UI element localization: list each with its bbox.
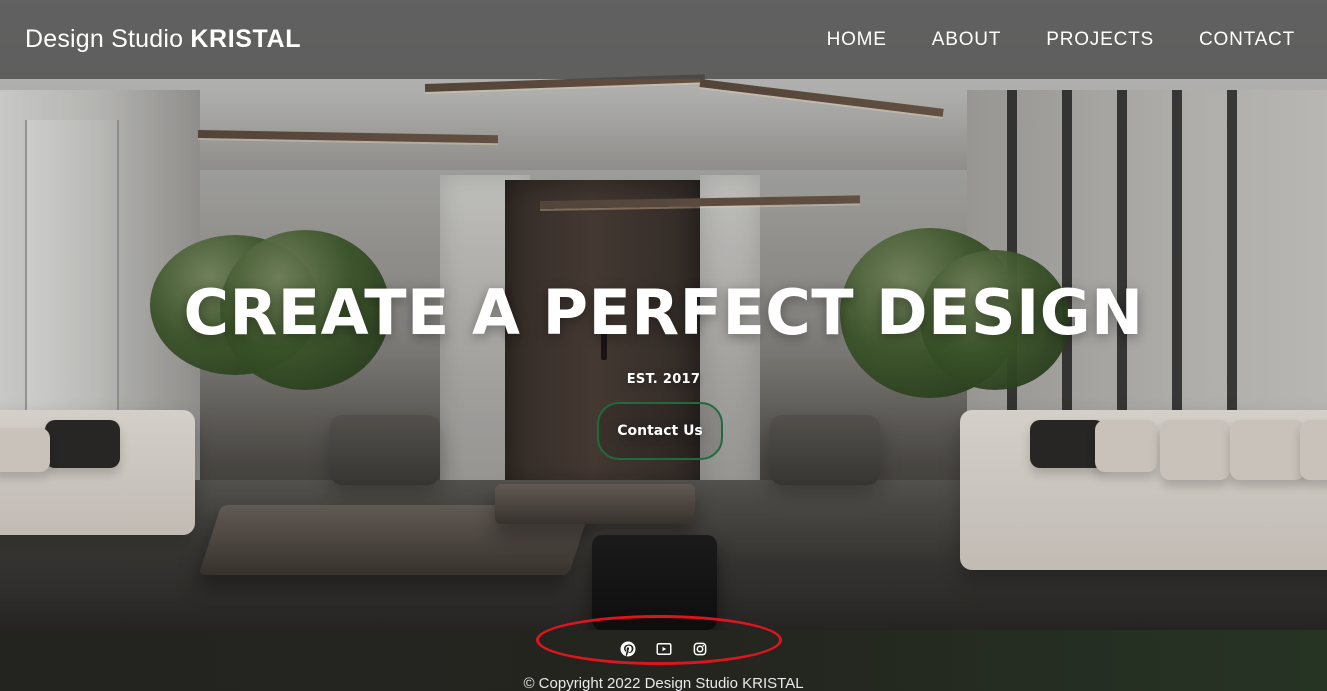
hero-title: CREATE A PERFECT DESIGN [183,276,1144,349]
hero-subtitle: EST. 2017 [626,372,701,387]
contact-us-button[interactable]: Contact Us [597,402,723,460]
youtube-icon[interactable] [655,640,673,658]
instagram-icon[interactable] [691,640,709,658]
social-links [0,640,1327,658]
hero-content: CREATE A PERFECT DESIGN EST. 2017 Contac… [0,0,1327,630]
copyright-text: © Copyright 2022 Design Studio KRISTAL [523,675,804,691]
pinterest-icon[interactable] [619,640,637,658]
site-footer: © Copyright 2022 Design Studio KRISTAL [0,630,1327,691]
